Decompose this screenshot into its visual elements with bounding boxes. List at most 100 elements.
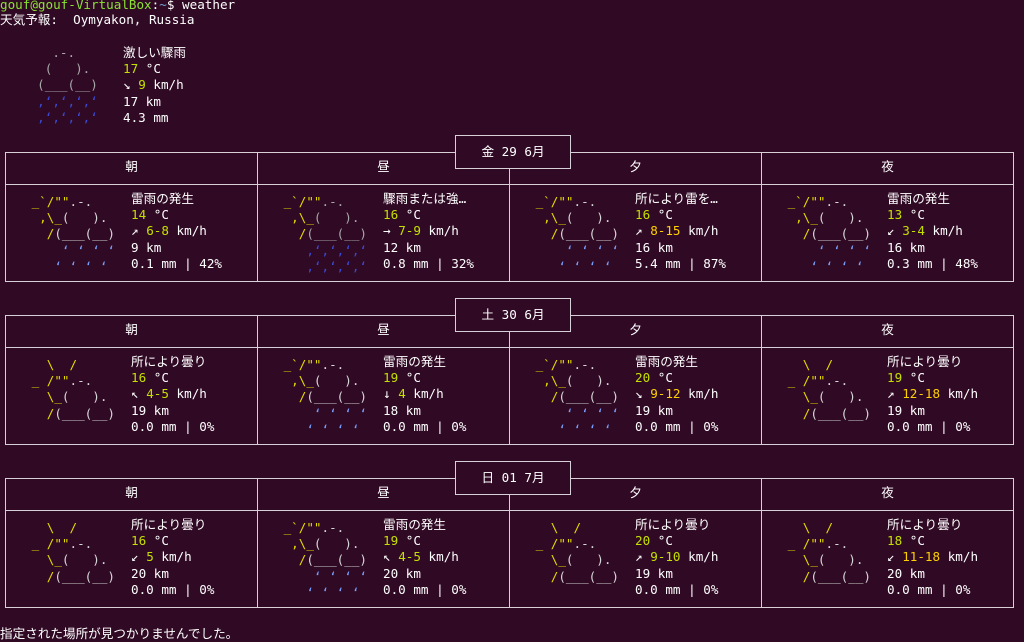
date-label: 日 01 7月 xyxy=(455,461,571,495)
temp-unit: °C xyxy=(405,370,421,386)
period-info: 所により曇り 16 °C ↖ 4-5 km/h 19 km 0.0 mm | 0… xyxy=(131,354,214,435)
current-temp: 17 xyxy=(123,61,139,77)
thunderstorm-icon: _`/"".-. ,\_( ). /(___(__) ‘ ‘ ‘ ‘ ‘ ‘ ‘… xyxy=(276,357,375,437)
period-temp: 18 xyxy=(887,533,903,549)
period-info: 所により曇り 16 °C ↙ 5 km/h 20 km 0.0 mm | 0% xyxy=(131,517,214,598)
period-temp: 20 xyxy=(635,533,651,549)
date-label: 土 30 6月 xyxy=(455,298,571,332)
period-info: 雷雨の発生 13 °C ↙ 3-4 km/h 16 km 0.3 mm | 48… xyxy=(887,191,978,272)
current-visibility: 17 km xyxy=(123,93,161,109)
forecast-table: 朝 \ / _ /"".-. \_( ). /(___(__) 所により曇り 1… xyxy=(5,478,1014,608)
wind-unit: km/h xyxy=(161,549,192,565)
temp-unit: °C xyxy=(657,370,673,386)
period-wind: 4-5 xyxy=(398,549,421,565)
wind-unit: km/h xyxy=(932,223,963,239)
forecast-period: 夜 \ / _ /"".-. \_( ). /(___(__) 所により曇り 1… xyxy=(762,479,1013,607)
period-title: 夜 xyxy=(881,485,894,500)
period-condition: 雷雨の発生 xyxy=(131,191,194,206)
current-precip: 4.3 mm xyxy=(123,109,169,125)
report-header: 天気予報: Oymyakon, Russia xyxy=(0,12,195,27)
temp-unit: °C xyxy=(405,533,421,549)
temp-unit: °C xyxy=(153,370,169,386)
thunderstorm-icon: _`/"".-. ,\_( ). /(___(__) ‘ ‘ ‘ ‘ ‘ ‘ ‘… xyxy=(780,194,879,274)
period-condition: 所により雷を… xyxy=(635,191,718,206)
forecast-period: 朝 \ / _ /"".-. \_( ). /(___(__) 所により曇り 1… xyxy=(6,479,258,607)
forecast-period: 朝 _`/"".-. ,\_( ). /(___(__) ‘ ‘ ‘ ‘ ‘ ‘… xyxy=(6,153,258,281)
period-visibility: 19 km xyxy=(635,402,673,418)
wind-arrow: ↗ xyxy=(635,223,643,239)
heavy-rain-icon: _`/"".-. ,\_( ). /(___(__) ‚ʻ‚ʻ‚ʻ‚ʻ ‚ʻ‚ʻ… xyxy=(276,194,375,274)
period-visibility: 12 km xyxy=(383,239,421,255)
partly-cloudy-icon: \ / _ /"".-. \_( ). /(___(__) xyxy=(780,520,879,584)
period-info: 雷雨の発生 19 °C ↖ 4-5 km/h 20 km 0.0 mm | 0% xyxy=(383,517,466,598)
period-condition: 雷雨の発生 xyxy=(635,354,698,369)
period-precip: 0.3 mm | 48% xyxy=(887,255,978,271)
temp-unit: °C xyxy=(909,370,925,386)
current-temp-unit: °C xyxy=(145,61,161,77)
temp-unit: °C xyxy=(909,533,925,549)
partly-cloudy-icon: \ / _ /"".-. \_( ). /(___(__) xyxy=(24,520,123,584)
wind-arrow: ↓ xyxy=(383,386,391,402)
partly-cloudy-icon: \ / _ /"".-. \_( ). /(___(__) xyxy=(24,357,123,421)
period-precip: 0.0 mm | 0% xyxy=(635,581,719,597)
period-temp: 19 xyxy=(887,370,903,386)
period-precip: 0.0 mm | 0% xyxy=(635,418,719,434)
temp-unit: °C xyxy=(153,207,169,223)
period-title: 朝 xyxy=(125,159,138,174)
terminal-window[interactable]: gouf@gouf-VirtualBox:~$ weather 天気予報: Oy… xyxy=(0,0,1024,642)
temp-unit: °C xyxy=(909,207,925,223)
forecast-period: 夕 \ / _ /"".-. \_( ). /(___(__) 所により曇り 2… xyxy=(510,479,762,607)
date-label: 金 29 6月 xyxy=(455,135,571,169)
period-condition: 所により曇り xyxy=(887,517,963,532)
forecast-period: 朝 \ / _ /"".-. \_( ). /(___(__) 所により曇り 1… xyxy=(6,316,258,444)
period-wind: 8-15 xyxy=(650,223,681,239)
temp-unit: °C xyxy=(657,533,673,549)
forecast-period: 昼 _`/"".-. ,\_( ). /(___(__) ‘ ‘ ‘ ‘ ‘ ‘… xyxy=(258,479,510,607)
period-condition: 所により曇り xyxy=(635,517,711,532)
wind-unit: km/h xyxy=(428,549,459,565)
period-wind: 4-5 xyxy=(146,386,169,402)
period-title: 朝 xyxy=(125,485,138,500)
period-wind: 9-10 xyxy=(650,549,681,565)
temp-unit: °C xyxy=(405,207,421,223)
period-info: 所により曇り 18 °C ↙ 11-18 km/h 20 km 0.0 mm |… xyxy=(887,517,978,598)
wind-unit: km/h xyxy=(947,386,979,402)
period-title: 夜 xyxy=(881,322,894,337)
period-wind: 3-4 xyxy=(902,223,925,239)
period-condition: 所により曇り xyxy=(131,354,207,369)
forecast-table: 朝 \ / _ /"".-. \_( ). /(___(__) 所により曇り 1… xyxy=(5,315,1014,445)
current-info: 激しい驟雨 17 °C ↘ 9 km/h 17 km 4.3 mm xyxy=(123,45,186,126)
wind-arrow: ↙ xyxy=(887,549,895,565)
period-precip: 0.0 mm | 0% xyxy=(383,418,467,434)
period-title: 夜 xyxy=(881,159,894,174)
period-temp: 16 xyxy=(383,207,399,223)
thunderstorm-icon: _`/"".-. ,\_( ). /(___(__) ‘ ‘ ‘ ‘ ‘ ‘ ‘… xyxy=(24,194,123,274)
wind-arrow: ↗ xyxy=(635,549,643,565)
period-visibility: 19 km xyxy=(887,402,925,418)
period-info: 所により曇り 20 °C ↗ 9-10 km/h 19 km 0.0 mm | … xyxy=(635,517,718,598)
error-message: 指定された場所が見つかりませんでした。 xyxy=(0,626,239,641)
period-info: 雷雨の発生 19 °C ↓ 4 km/h 18 km 0.0 mm | 0% xyxy=(383,354,466,435)
forecast-table: 朝 _`/"".-. ,\_( ). /(___(__) ‘ ‘ ‘ ‘ ‘ ‘… xyxy=(5,152,1014,282)
period-title: 朝 xyxy=(125,322,138,337)
period-wind: 5 xyxy=(146,549,154,565)
period-wind: 6-8 xyxy=(146,223,169,239)
wind-arrow: ↘ xyxy=(635,386,643,402)
period-temp: 19 xyxy=(383,370,399,386)
temp-unit: °C xyxy=(153,533,169,549)
period-temp: 20 xyxy=(635,370,651,386)
current-condition: 激しい驟雨 xyxy=(123,45,186,60)
period-condition: 所により曇り xyxy=(887,354,963,369)
forecast-period: 夕 _`/"".-. ,\_( ). /(___(__) ‘ ‘ ‘ ‘ ‘ ‘… xyxy=(510,316,762,444)
period-precip: 0.0 mm | 0% xyxy=(887,418,971,434)
period-visibility: 20 km xyxy=(887,565,925,581)
period-condition: 所により曇り xyxy=(131,517,207,532)
period-precip: 0.0 mm | 0% xyxy=(131,581,215,597)
wind-unit: km/h xyxy=(413,386,444,402)
current-wind: 9 xyxy=(138,77,146,93)
wind-arrow: ↙ xyxy=(131,549,139,565)
prompt-command: weather xyxy=(182,0,236,12)
thunderstorm-icon: _`/"".-. ,\_( ). /(___(__) ‘ ‘ ‘ ‘ ‘ ‘ ‘… xyxy=(276,520,375,600)
period-wind: 9-12 xyxy=(650,386,681,402)
period-condition: 雷雨の発生 xyxy=(383,354,446,369)
